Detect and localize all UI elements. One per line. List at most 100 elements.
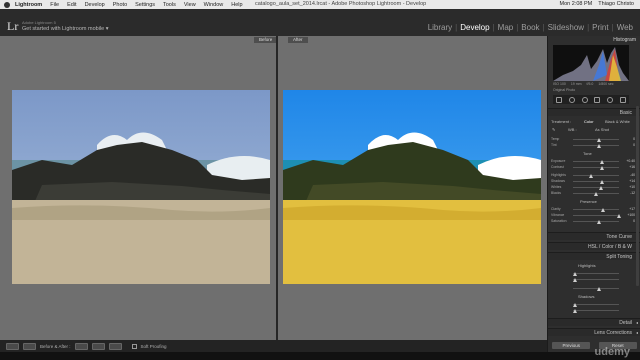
swap-before-after-button[interactable] <box>74 342 88 350</box>
split-shadows-label: Shadows <box>578 294 595 299</box>
radial-filter-icon[interactable] <box>606 96 613 103</box>
hsl-panel-header[interactable]: HSL / Color / B & W◂ <box>548 242 640 250</box>
slider-label-blacks: Blacks <box>551 191 561 195</box>
clock: Mon 2:08 PM <box>559 1 593 7</box>
before-photo-image <box>12 90 270 284</box>
contrast-value[interactable]: +16 <box>629 165 635 169</box>
menu-settings[interactable]: Settings <box>135 2 155 8</box>
saturation-value[interactable]: 0 <box>633 219 635 223</box>
contrast-slider[interactable] <box>573 165 619 170</box>
blacks-slider[interactable] <box>573 191 619 196</box>
panel-scrollbar[interactable] <box>636 106 639 286</box>
menu-view[interactable]: View <box>184 2 196 8</box>
before-after-view-button[interactable] <box>23 342 36 350</box>
previous-button[interactable]: Previous <box>552 341 591 349</box>
temp-slider[interactable] <box>573 137 619 142</box>
vibrance-value[interactable]: +100 <box>627 213 635 217</box>
histogram-header[interactable]: Histogram <box>548 36 640 45</box>
soft-proofing-checkbox[interactable] <box>131 343 137 349</box>
split-shadows-hue-slider[interactable] <box>573 302 619 307</box>
histogram-graph <box>553 47 629 81</box>
exposure-slider[interactable] <box>573 159 619 164</box>
clarity-value[interactable]: +17 <box>629 207 635 211</box>
copy-settings-reverse-button[interactable] <box>108 342 122 350</box>
split-balance-slider[interactable] <box>573 286 619 291</box>
treatment-color[interactable]: Color <box>584 119 594 124</box>
menu-lightroom[interactable]: Lightroom <box>15 2 42 8</box>
menu-edit[interactable]: Edit <box>67 2 76 8</box>
module-web[interactable]: Web <box>614 23 636 32</box>
slider-label-vibrance: Vibrance <box>551 213 565 217</box>
menu-develop[interactable]: Develop <box>85 2 105 8</box>
lightroom-logo: Lr <box>7 19 19 33</box>
menu-bar: Lightroom File Edit Develop Photo Settin… <box>0 0 640 9</box>
soft-proofing-label: Soft Proofing <box>140 343 167 349</box>
slider-label-saturation: Saturation <box>551 219 567 223</box>
shadows-slider[interactable] <box>573 179 619 184</box>
histogram[interactable] <box>553 45 629 81</box>
menu-file[interactable]: File <box>50 2 59 8</box>
highlights-slider[interactable] <box>573 173 619 178</box>
shadows-value[interactable]: +14 <box>629 179 635 183</box>
module-library[interactable]: Library <box>425 23 455 32</box>
split-highlights-saturation-slider[interactable] <box>573 277 619 282</box>
slider-label-tint: Tint <box>551 143 557 147</box>
module-develop[interactable]: Develop <box>457 23 492 32</box>
module-book[interactable]: Book <box>518 23 542 32</box>
spot-removal-icon[interactable] <box>568 96 575 103</box>
saturation-slider[interactable] <box>573 219 619 224</box>
split-highlights-label: Highlights <box>578 263 596 268</box>
detail-panel-header[interactable]: Detail ◂ <box>548 318 640 326</box>
identity-plate-mobile[interactable]: Get started with Lightroom mobile ▾ <box>22 26 109 32</box>
split-toning-panel-header[interactable]: Split Toning▾ <box>548 252 640 260</box>
vibrance-slider[interactable] <box>573 213 621 218</box>
treatment-bw[interactable]: Black & White <box>605 119 630 124</box>
whites-slider[interactable] <box>573 185 619 190</box>
menu-window[interactable]: Window <box>204 2 224 8</box>
split-highlights-hue-slider[interactable] <box>573 271 619 276</box>
user-name[interactable]: Thiago Christo <box>598 1 634 7</box>
tone-curve-panel-header[interactable]: Tone Curve◂ <box>548 232 640 240</box>
menu-photo[interactable]: Photo <box>113 2 127 8</box>
basic-panel-header[interactable]: Basic▾ <box>548 108 640 116</box>
graduated-filter-icon[interactable] <box>594 96 601 103</box>
module-print[interactable]: Print <box>589 23 611 32</box>
temp-value[interactable]: 0 <box>633 137 635 141</box>
adjustment-brush-icon[interactable] <box>619 96 626 103</box>
blacks-value[interactable]: -12 <box>630 191 635 195</box>
slider-label-whites: Whites <box>551 185 562 189</box>
tint-slider[interactable] <box>573 143 619 148</box>
split-shadows-saturation-slider[interactable] <box>573 308 619 313</box>
tint-value[interactable]: 0 <box>633 143 635 147</box>
loupe-view-button[interactable] <box>6 342 19 350</box>
eyedropper-icon[interactable]: ✎ <box>552 127 555 132</box>
treatment-label: Treatment : <box>551 119 572 124</box>
lens-corrections-panel-header[interactable]: Lens Corrections ◂ <box>548 328 640 336</box>
menu-tools[interactable]: Tools <box>163 2 176 8</box>
clarity-slider[interactable] <box>573 207 619 212</box>
red-eye-icon[interactable] <box>581 96 588 103</box>
module-map[interactable]: Map <box>495 23 517 32</box>
identity-plate-version: Adobe Lightroom 5 <box>22 20 56 25</box>
before-photo[interactable] <box>12 90 270 284</box>
module-picker: Library | Develop | Map | Book | Slideshow | … <box>425 23 636 32</box>
exposure-value[interactable]: +0.40 <box>626 159 635 163</box>
highlights-value[interactable]: -40 <box>630 173 635 177</box>
menu-help[interactable]: Help <box>231 2 242 8</box>
shutter-speed: 1/800 sec <box>598 82 614 86</box>
iso-value: ISO 100 <box>553 82 566 86</box>
copy-settings-button[interactable] <box>91 342 105 350</box>
module-slideshow[interactable]: Slideshow <box>545 23 587 32</box>
crop-icon[interactable] <box>556 96 563 103</box>
after-photo-image <box>283 90 541 284</box>
apple-icon[interactable] <box>4 1 10 8</box>
wb-preset[interactable]: As Shot <box>595 127 609 132</box>
original-photo-label: Original Photo <box>553 88 576 92</box>
slider-label-contrast: Contrast <box>551 165 564 169</box>
compare-view: Before After <box>0 36 547 340</box>
whites-value[interactable]: +10 <box>629 185 635 189</box>
compare-mode-label[interactable]: Before & After : <box>40 344 71 349</box>
develop-right-panel: Histogram ISO 100 19 mm f/5.0 1/800 sec … <box>547 36 640 352</box>
after-photo[interactable] <box>283 90 541 284</box>
module-bar: Lr Adobe Lightroom 5 Get started with Li… <box>0 9 640 36</box>
